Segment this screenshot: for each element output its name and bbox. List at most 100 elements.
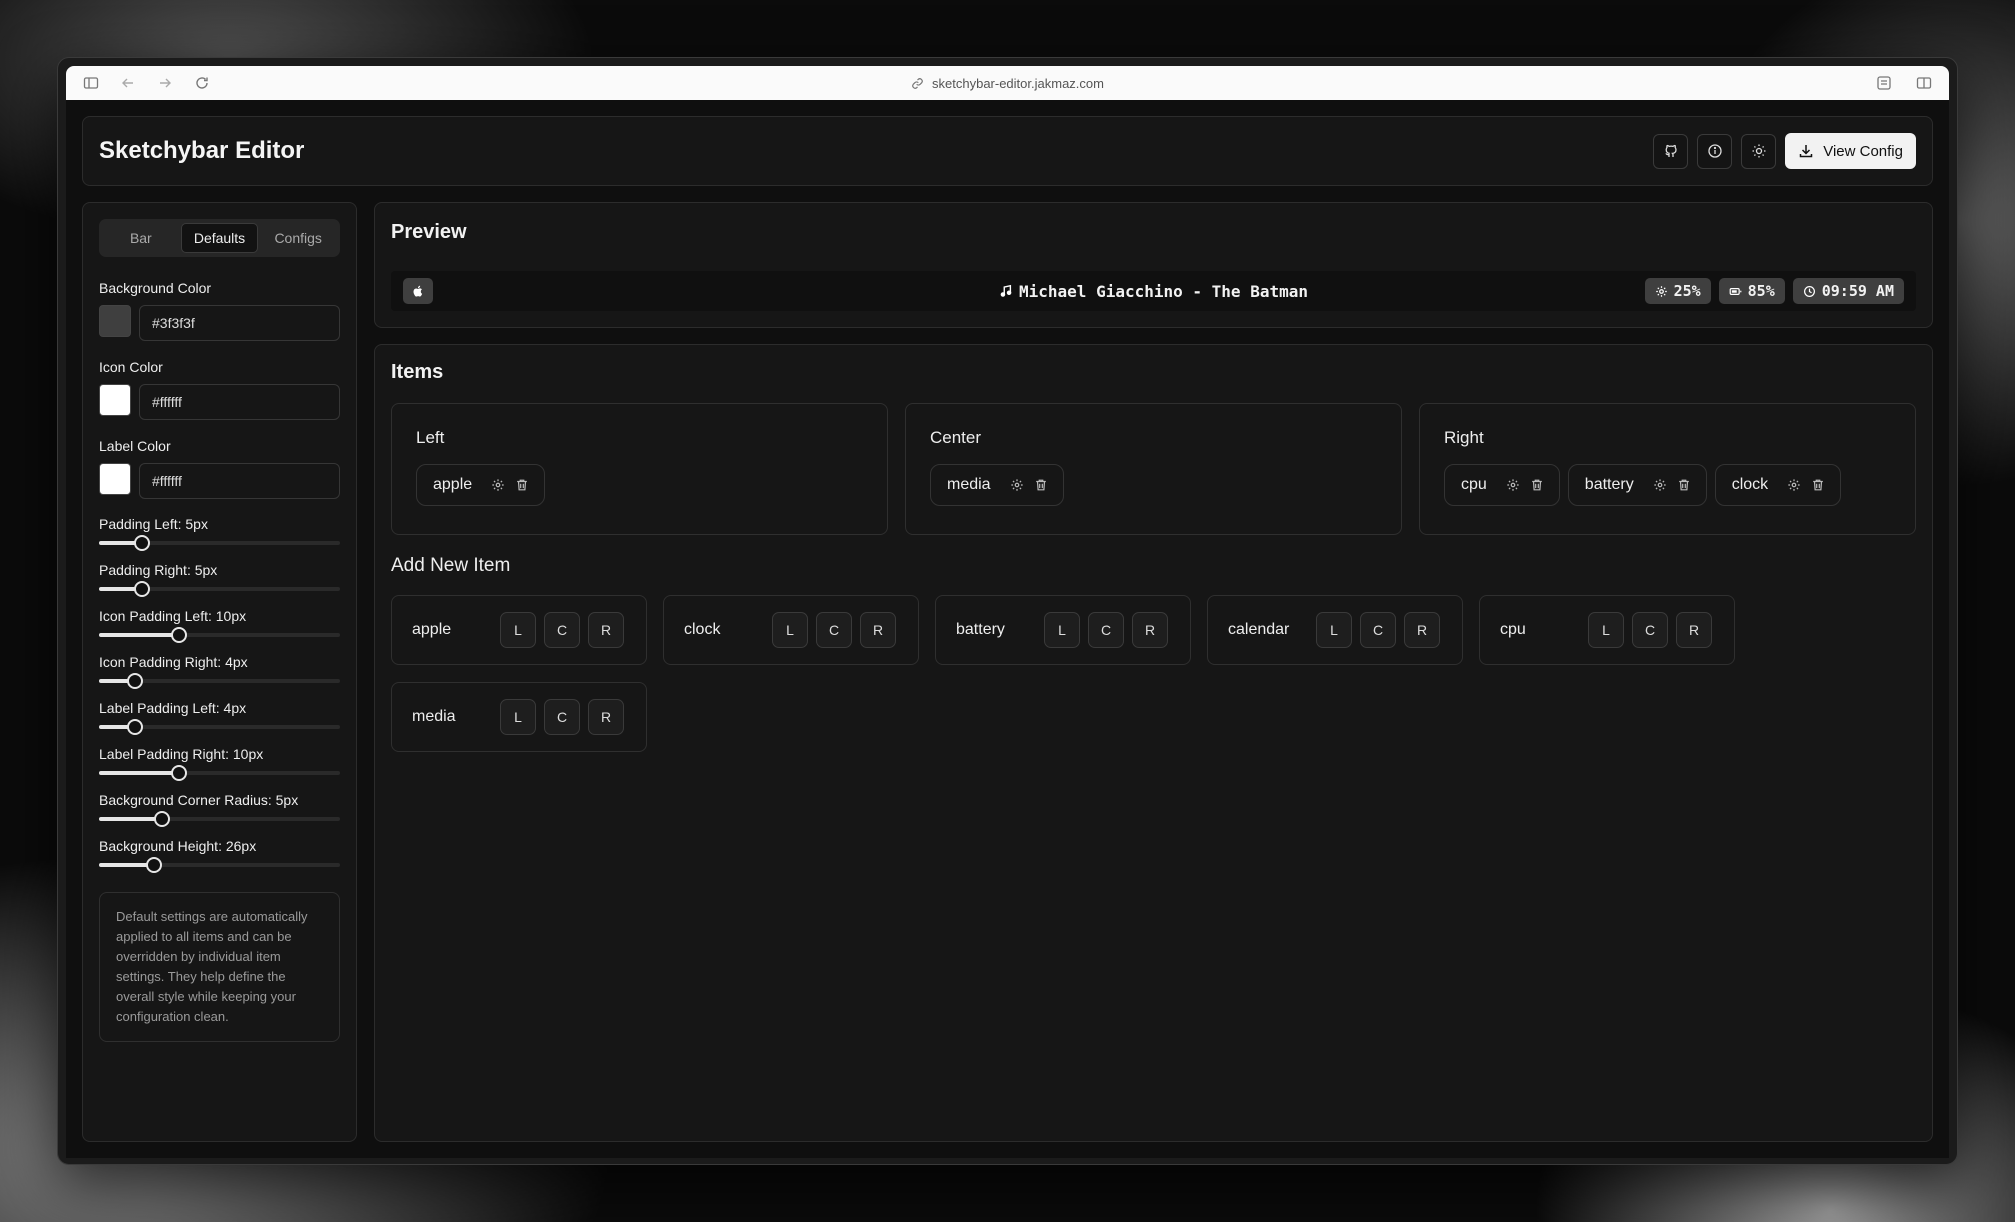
add-center-button[interactable]: C (1360, 612, 1396, 648)
field-label: Label Color (99, 438, 171, 454)
trash-icon[interactable] (1529, 477, 1545, 493)
add-left-button[interactable]: L (1316, 612, 1352, 648)
zone-right: Right cpu battery clock (1419, 403, 1916, 535)
add-right-button[interactable]: R (588, 612, 624, 648)
label-padding-left-slider: Label Padding Left: 4px (99, 700, 340, 735)
reload-icon[interactable] (191, 72, 213, 94)
add-center-button[interactable]: C (544, 699, 580, 735)
add-item-name: clock (684, 621, 721, 638)
trash-icon[interactable] (1676, 477, 1692, 493)
slider-label: Background Height: 26px (99, 838, 257, 854)
zone-title: Center (930, 428, 982, 447)
slider-thumb[interactable] (134, 581, 151, 597)
slider-track[interactable] (99, 811, 340, 827)
slider-thumb[interactable] (127, 719, 144, 735)
page-content: Sketchybar Editor View Config Bar Defaul… (66, 100, 1949, 1158)
slider-track[interactable] (99, 765, 340, 781)
gear-icon[interactable] (1505, 477, 1521, 493)
preview-panel: Preview Michael Giacchino - The Batman 2… (374, 202, 1933, 328)
sun-icon (1752, 144, 1766, 158)
color-swatch[interactable] (99, 463, 131, 495)
cpu-item[interactable]: 25% (1644, 278, 1711, 304)
slider-label: Padding Right: 5px (99, 562, 218, 578)
add-right-button[interactable]: R (860, 612, 896, 648)
items-panel: Items Left apple Center media Right cpu … (374, 344, 1933, 1142)
tab-defaults[interactable]: Defaults (180, 223, 259, 253)
slider-track[interactable] (99, 719, 340, 735)
gear-icon[interactable] (1652, 477, 1668, 493)
add-left-button[interactable]: L (500, 612, 536, 648)
tab-bar[interactable]: Bar (103, 223, 179, 253)
corner-radius-slider: Background Corner Radius: 5px (99, 792, 340, 827)
battery-item[interactable]: 85% (1718, 278, 1785, 304)
tab-configs[interactable]: Configs (260, 223, 336, 253)
slider-track[interactable] (99, 857, 340, 873)
clock-item[interactable]: 09:59 AM (1792, 278, 1904, 304)
reader-icon[interactable] (1873, 72, 1895, 94)
slider-track[interactable] (99, 581, 340, 597)
slider-thumb[interactable] (170, 765, 187, 781)
item-chip[interactable]: clock (1714, 464, 1842, 506)
add-right-button[interactable]: R (1676, 612, 1712, 648)
add-right-button[interactable]: R (1132, 612, 1168, 648)
add-item-card: media L C R (391, 682, 647, 752)
add-center-button[interactable]: C (544, 612, 580, 648)
color-swatch[interactable] (99, 305, 131, 337)
gear-icon[interactable] (1009, 477, 1025, 493)
gear-icon[interactable] (490, 477, 506, 493)
item-chip[interactable]: apple (416, 464, 546, 506)
slider-thumb[interactable] (170, 627, 187, 643)
item-chip-label: media (947, 476, 991, 493)
add-left-button[interactable]: L (772, 612, 808, 648)
item-chip[interactable]: media (930, 464, 1064, 506)
slider-fill (99, 771, 179, 775)
color-hex-input[interactable]: #ffffff (139, 463, 340, 499)
slider-label: Background Corner Radius: 5px (99, 792, 299, 808)
browser-toolbar: sketchybar-editor.jakmaz.com (66, 66, 1949, 100)
item-chip[interactable]: cpu (1444, 464, 1560, 506)
slider-thumb[interactable] (127, 673, 144, 689)
add-center-button[interactable]: C (1088, 612, 1124, 648)
color-hex-input[interactable]: #3f3f3f (139, 305, 340, 341)
github-button[interactable] (1653, 133, 1689, 169)
slider-track[interactable] (99, 535, 340, 551)
add-item-card: clock L C R (663, 595, 919, 665)
add-left-button[interactable]: L (500, 699, 536, 735)
slider-track[interactable] (99, 673, 340, 689)
theme-toggle-button[interactable] (1741, 133, 1777, 169)
add-center-button[interactable]: C (816, 612, 852, 648)
sidebar-toggle-icon[interactable] (80, 72, 102, 94)
trash-icon[interactable] (514, 477, 530, 493)
add-center-button[interactable]: C (1632, 612, 1668, 648)
view-config-button[interactable]: View Config (1785, 133, 1916, 169)
info-icon (1708, 144, 1722, 158)
add-new-item-title: Add New Item (391, 555, 511, 576)
trash-icon[interactable] (1810, 477, 1826, 493)
info-button[interactable] (1697, 133, 1733, 169)
slider-thumb[interactable] (146, 857, 163, 873)
slider-label: Padding Left: 5px (99, 516, 208, 532)
forward-arrow-icon[interactable] (154, 72, 176, 94)
address-bar[interactable]: sketchybar-editor.jakmaz.com (66, 66, 1949, 100)
add-right-button[interactable]: R (1404, 612, 1440, 648)
slider-list: Padding Left: 5px Padding Right: 5px Ico… (99, 516, 340, 873)
media-text: Michael Giacchino - The Batman (1019, 281, 1308, 301)
split-view-icon[interactable] (1913, 72, 1935, 94)
color-swatch[interactable] (99, 384, 131, 416)
add-right-button[interactable]: R (588, 699, 624, 735)
back-arrow-icon[interactable] (117, 72, 139, 94)
color-hex-input[interactable]: #ffffff (139, 384, 340, 420)
add-item-name: battery (956, 621, 1005, 638)
items-title: Items (391, 361, 444, 383)
slider-track[interactable] (99, 627, 340, 643)
add-left-button[interactable]: L (1044, 612, 1080, 648)
zone-left: Left apple (391, 403, 888, 535)
icon-color-field: Icon Color #ffffff (99, 359, 340, 420)
gear-icon[interactable] (1786, 477, 1802, 493)
item-chip[interactable]: battery (1567, 464, 1707, 506)
background-height-slider: Background Height: 26px (99, 838, 340, 873)
slider-thumb[interactable] (134, 535, 151, 551)
add-left-button[interactable]: L (1588, 612, 1624, 648)
slider-thumb[interactable] (153, 811, 170, 827)
trash-icon[interactable] (1033, 477, 1049, 493)
